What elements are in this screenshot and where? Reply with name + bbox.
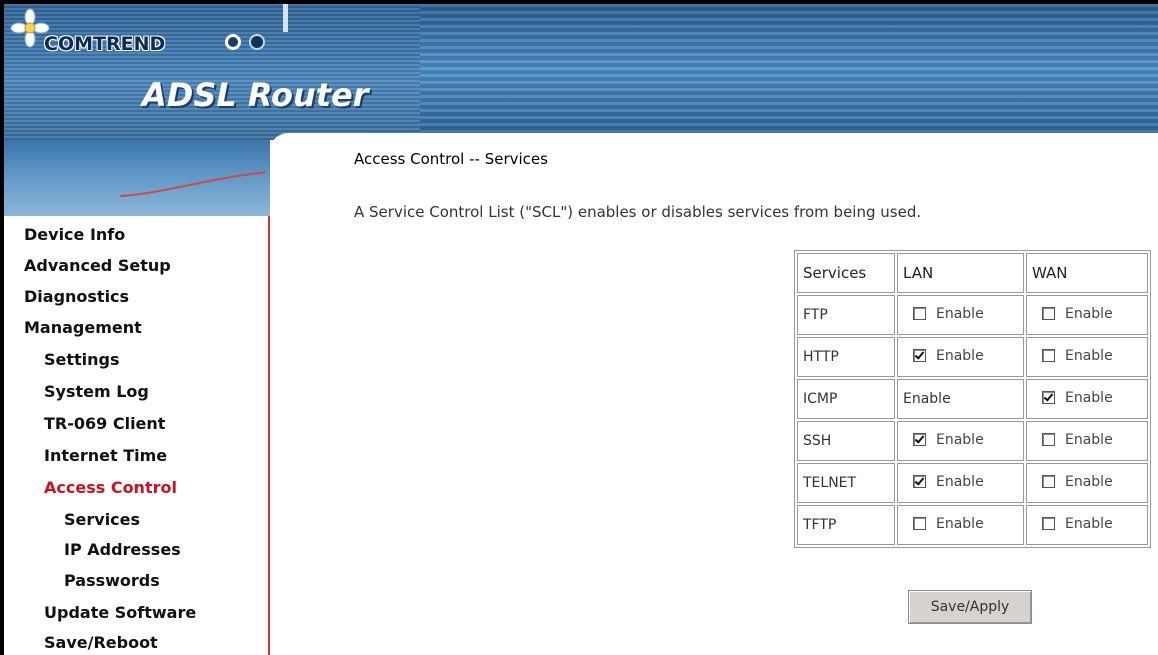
table-row: TFTP Enable Enable — [797, 505, 1148, 545]
logo-ring-icon — [225, 34, 241, 50]
lan-enable-checkbox-group[interactable]: Enable — [903, 306, 984, 322]
enable-label: Enable — [936, 473, 984, 490]
table-row: ICMP Enable Enable — [797, 379, 1148, 419]
wan-enable-checkbox-group[interactable]: Enable — [1032, 306, 1113, 322]
save-apply-button[interactable]: Save/Apply — [908, 590, 1032, 624]
lan-enable-checkbox-group[interactable]: Enable — [903, 516, 984, 532]
page-title: Access Control -- Services — [354, 150, 548, 168]
enable-label: Enable — [1065, 389, 1113, 406]
enable-label: Enable — [1065, 305, 1113, 322]
page-description: A Service Control List ("SCL") enables o… — [354, 203, 922, 221]
wan-enable-checkbox[interactable] — [1042, 475, 1055, 489]
lan-enable-checkbox[interactable] — [913, 517, 926, 531]
sidebar-item-access-control[interactable]: Access Control — [44, 478, 177, 497]
lan-enable-checkbox[interactable] — [913, 349, 926, 363]
enable-label: Enable — [1065, 431, 1113, 448]
table-row: SSH Enable Enable — [797, 421, 1148, 461]
service-name: TFTP — [797, 505, 895, 545]
lan-enable-checkbox[interactable] — [913, 475, 926, 489]
sidebar-item-system-log[interactable]: System Log — [44, 382, 149, 401]
sidebar-item-management[interactable]: Management — [24, 318, 142, 337]
column-header-wan: WAN — [1026, 253, 1148, 293]
lan-cell: Enable — [897, 421, 1024, 461]
sidebar-item-save-reboot[interactable]: Save/Reboot — [44, 633, 158, 652]
lan-enable-checkbox[interactable] — [913, 433, 926, 447]
enable-label: Enable — [936, 347, 984, 364]
wan-enable-checkbox-group[interactable]: Enable — [1032, 474, 1113, 490]
product-title: ADSL Router — [142, 76, 369, 114]
sidebar-item-services[interactable]: Services — [64, 510, 140, 529]
logo-ring-icon — [249, 34, 265, 50]
wan-enable-checkbox-group[interactable]: Enable — [1032, 432, 1113, 448]
service-name: FTP — [797, 295, 895, 335]
service-name: TELNET — [797, 463, 895, 503]
wan-cell: Enable — [1026, 295, 1148, 335]
header-banner-stripes — [420, 4, 1158, 136]
lan-cell: Enable — [897, 505, 1024, 545]
lan-cell: Enable — [897, 337, 1024, 377]
service-name: HTTP — [797, 337, 895, 377]
service-name: ICMP — [797, 379, 895, 419]
table-row: TELNET Enable Enable — [797, 463, 1148, 503]
table-header-row: Services LAN WAN — [797, 253, 1148, 293]
wan-cell: Enable — [1026, 463, 1148, 503]
wan-enable-checkbox-group[interactable]: Enable — [1032, 348, 1113, 364]
table-row: FTP Enable Enable — [797, 295, 1148, 335]
enable-label: Enable — [1065, 473, 1113, 490]
enable-label: Enable — [936, 305, 984, 322]
lan-cell: Enable — [897, 379, 1024, 419]
lan-cell: Enable — [897, 463, 1024, 503]
brand-logo: COMTREND — [44, 33, 166, 55]
swoosh-decoration — [120, 171, 267, 197]
enable-label: Enable — [903, 391, 951, 407]
sidebar-item-advanced-setup[interactable]: Advanced Setup — [24, 256, 171, 275]
wan-enable-checkbox-group[interactable]: Enable — [1032, 390, 1113, 406]
table-row: HTTP Enable Enable — [797, 337, 1148, 377]
service-name: SSH — [797, 421, 895, 461]
sidebar-item-settings[interactable]: Settings — [44, 350, 120, 369]
wan-enable-checkbox-group[interactable]: Enable — [1032, 516, 1113, 532]
sidebar-item-device-info[interactable]: Device Info — [24, 225, 125, 244]
wan-enable-checkbox[interactable] — [1042, 349, 1055, 363]
wan-cell: Enable — [1026, 421, 1148, 461]
lan-enable-checkbox[interactable] — [913, 307, 926, 321]
sidebar-item-passwords[interactable]: Passwords — [64, 571, 160, 590]
column-header-services: Services — [797, 253, 895, 293]
header-divider — [283, 4, 288, 32]
wan-enable-checkbox[interactable] — [1042, 517, 1055, 531]
column-header-lan: LAN — [897, 253, 1024, 293]
wan-cell: Enable — [1026, 337, 1148, 377]
enable-label: Enable — [1065, 515, 1113, 532]
sidebar-item-diagnostics[interactable]: Diagnostics — [24, 287, 129, 306]
wan-enable-checkbox[interactable] — [1042, 433, 1055, 447]
enable-label: Enable — [936, 515, 984, 532]
sidebar-item-tr069-client[interactable]: TR-069 Client — [44, 414, 165, 433]
sidebar-item-update-software[interactable]: Update Software — [44, 603, 196, 622]
sidebar-item-ip-addresses[interactable]: IP Addresses — [64, 540, 181, 559]
wan-cell: Enable — [1026, 505, 1148, 545]
service-control-table: Services LAN WAN FTP Enable Enable HTTP Enab… — [794, 250, 1151, 548]
lan-enable-checkbox-group[interactable]: Enable — [903, 432, 984, 448]
lan-enable-checkbox-group[interactable]: Enable — [903, 474, 984, 490]
wan-enable-checkbox[interactable] — [1042, 391, 1055, 405]
lan-enable-checkbox-group[interactable]: Enable — [903, 348, 984, 364]
wan-cell: Enable — [1026, 379, 1148, 419]
enable-label: Enable — [936, 431, 984, 448]
sidebar-item-internet-time[interactable]: Internet Time — [44, 446, 167, 465]
lan-cell: Enable — [897, 295, 1024, 335]
wan-enable-checkbox[interactable] — [1042, 307, 1055, 321]
enable-label: Enable — [1065, 347, 1113, 364]
